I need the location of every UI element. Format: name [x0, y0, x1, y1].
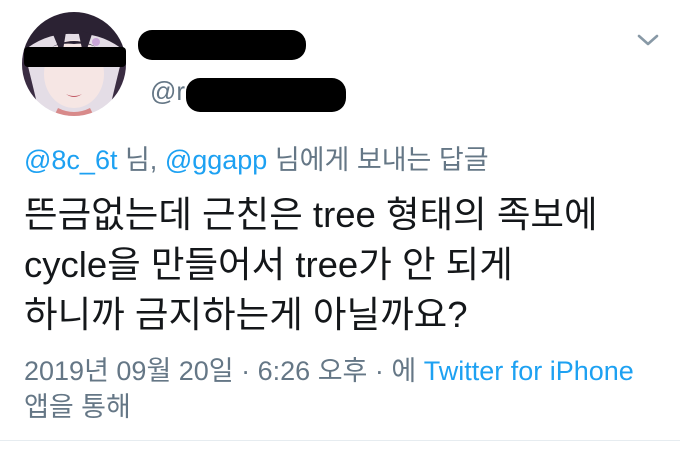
user-handle[interactable]: @r [150, 76, 185, 106]
censor-bar-eyes [24, 47, 126, 67]
divider [0, 440, 680, 441]
censored-handle [186, 78, 346, 112]
tweet-metadata: 2019년 09월 20일 · 6:26 오후 · 에 Twitter for … [24, 354, 634, 388]
mention-link[interactable]: @ggapp [165, 145, 268, 175]
tweet-body-line: 하니까 금지하는게 아닐까요? [24, 294, 468, 335]
reply-context: @8c_6t 님, @ggapp 님에게 보내는 답글 [24, 138, 489, 177]
reply-text: 님, [117, 145, 165, 175]
tweet-body-line: 뜬금없는데 근친은 tree 형태의 족보에 [24, 194, 598, 235]
source-suffix: 앱을 통해 [24, 392, 131, 422]
chevron-down-icon[interactable] [636, 30, 660, 50]
tweet-body: 뜬금없는데 근친은 tree 형태의 족보에 cycle을 만들어서 tree가… [24, 190, 664, 340]
tweet: @r @8c_6t 님, @ggapp 님에게 보내는 답글 뜬금없는데 근친은… [0, 0, 680, 452]
timestamp[interactable]: 2019년 09월 20일 · 6:26 오후 · 에 [24, 356, 424, 386]
tweet-body-line: cycle을 만들어서 tree가 안 되게 [24, 244, 513, 285]
censored-display-name [138, 30, 306, 60]
reply-text: 님에게 보내는 답글 [267, 145, 489, 175]
source-link[interactable]: Twitter for iPhone [424, 356, 634, 386]
mention-link[interactable]: @8c_6t [24, 145, 117, 175]
